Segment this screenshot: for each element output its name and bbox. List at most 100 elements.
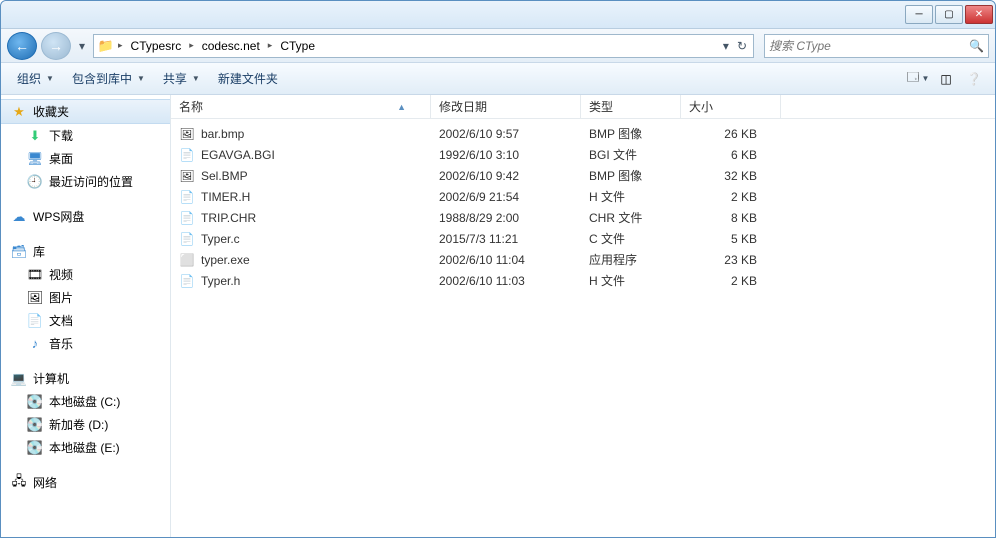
sidebar-item-videos[interactable]: 🎞视频 xyxy=(1,263,170,286)
sidebar-item-label: 图片 xyxy=(49,289,73,306)
column-header-size[interactable]: 大小 xyxy=(681,95,781,118)
table-row[interactable]: 📄TIMER.H2002/6/9 21:54H 文件2 KB xyxy=(171,186,995,207)
file-name: Typer.c xyxy=(201,232,240,246)
organize-label: 组织 xyxy=(17,70,41,87)
address-bar[interactable]: 📁 ▸ CTypesrc ▸ codesc.net ▸ CType ▾ ↻ xyxy=(93,34,754,58)
preview-pane-button[interactable]: ◫ xyxy=(933,68,959,90)
include-button[interactable]: 包含到库中▼ xyxy=(64,67,153,90)
share-button[interactable]: 共享▼ xyxy=(155,67,208,90)
file-type-cell: BMP 图像 xyxy=(581,167,681,184)
help-icon: ❔ xyxy=(967,72,982,86)
new-folder-button[interactable]: 新建文件夹 xyxy=(210,67,286,90)
file-name-cell: 📄TIMER.H xyxy=(171,189,431,205)
file-date-cell: 2002/6/10 11:03 xyxy=(431,274,581,288)
sidebar-group-favorites: ★收藏夹 ⬇下载 🖥桌面 🕘最近访问的位置 xyxy=(1,99,170,193)
table-row[interactable]: ⬜typer.exe2002/6/10 11:04应用程序23 KB xyxy=(171,249,995,270)
help-button[interactable]: ❔ xyxy=(961,68,987,90)
column-header-type[interactable]: 类型 xyxy=(581,95,681,118)
back-button[interactable]: ← xyxy=(7,32,37,60)
minimize-button[interactable]: ─ xyxy=(905,5,933,24)
table-row[interactable]: 🖼bar.bmp2002/6/10 9:57BMP 图像26 KB xyxy=(171,123,995,144)
search-input[interactable] xyxy=(769,39,969,53)
sidebar-group-computer: 💻计算机 💽本地磁盘 (C:) 💽新加卷 (D:) 💽本地磁盘 (E:) xyxy=(1,367,170,459)
exe-icon: ⬜ xyxy=(179,252,195,268)
file-type-cell: 应用程序 xyxy=(581,251,681,268)
file-type-cell: C 文件 xyxy=(581,230,681,247)
sidebar-item-label: 网络 xyxy=(33,474,57,491)
sidebar-item-drive-e[interactable]: 💽本地磁盘 (E:) xyxy=(1,436,170,459)
sidebar-item-label: 新加卷 (D:) xyxy=(49,416,108,433)
file-name-cell: ⬜typer.exe xyxy=(171,252,431,268)
breadcrumb-sep-icon: ▸ xyxy=(187,40,196,51)
nav-history-dropdown[interactable]: ▾ xyxy=(75,32,89,60)
share-label: 共享 xyxy=(163,70,187,87)
file-icon: 📄 xyxy=(179,147,195,163)
sidebar-item-downloads[interactable]: ⬇下载 xyxy=(1,124,170,147)
close-button[interactable]: ✕ xyxy=(965,5,993,24)
bmp-icon: 🖼 xyxy=(179,168,195,184)
column-header-name[interactable]: 名称▲ xyxy=(171,95,431,118)
file-name-cell: 📄 TRIP.CHR xyxy=(171,210,431,226)
refresh-icon: ↻ xyxy=(737,39,747,53)
table-row[interactable]: 🖼Sel.BMP2002/6/10 9:42BMP 图像32 KB xyxy=(171,165,995,186)
table-row[interactable]: 📄Typer.c2015/7/3 11:21C 文件5 KB xyxy=(171,228,995,249)
table-row[interactable]: 📄TRIP.CHR1988/8/29 2:00CHR 文件8 KB xyxy=(171,207,995,228)
video-icon: 🎞 xyxy=(27,267,43,283)
forward-button[interactable]: → xyxy=(41,32,71,60)
chevron-down-icon: ▼ xyxy=(137,74,145,83)
organize-button[interactable]: 组织▼ xyxy=(9,67,62,90)
file-type-cell: H 文件 xyxy=(581,188,681,205)
file-icon: 📄 xyxy=(179,210,195,226)
file-size-cell: 8 KB xyxy=(681,211,781,225)
file-name: TIMER.H xyxy=(201,190,250,204)
sidebar-item-drive-c[interactable]: 💽本地磁盘 (C:) xyxy=(1,390,170,413)
address-dropdown[interactable]: ▾ xyxy=(719,39,733,53)
sidebar-item-drive-d[interactable]: 💽新加卷 (D:) xyxy=(1,413,170,436)
sidebar-item-recent[interactable]: 🕘最近访问的位置 xyxy=(1,170,170,193)
bmp-icon: 🖼 xyxy=(179,126,195,142)
sidebar-item-desktop[interactable]: 🖥桌面 xyxy=(1,147,170,170)
sidebar-item-documents[interactable]: 📄文档 xyxy=(1,309,170,332)
breadcrumb-seg[interactable]: codesc.net xyxy=(196,35,266,57)
chevron-down-icon: ▼ xyxy=(922,74,930,83)
download-icon: ⬇ xyxy=(27,128,43,144)
file-name: TRIP.CHR xyxy=(201,211,256,225)
file-list: 🖼 bar.bmp 2002/6/10 9:57 BMP 图像 26 KB 📄EGAVGA… xyxy=(171,119,995,291)
sidebar-favorites-header[interactable]: ★收藏夹 xyxy=(1,99,170,124)
sidebar-computer-header[interactable]: 💻计算机 xyxy=(1,367,170,390)
table-row[interactable]: 📄EGAVGA.BGI1992/6/10 3:10BGI 文件6 KB xyxy=(171,144,995,165)
sidebar-item-wps[interactable]: ☁WPS网盘 xyxy=(1,205,170,228)
sidebar-group-network: 🖧网络 xyxy=(1,471,170,494)
maximize-button[interactable]: ▢ xyxy=(935,5,963,24)
arrow-right-icon: → xyxy=(49,38,63,54)
view-options-button[interactable]: 🗔▼ xyxy=(905,68,931,90)
new-folder-label: 新建文件夹 xyxy=(218,70,278,87)
sidebar-item-network[interactable]: 🖧网络 xyxy=(1,471,170,494)
drive-icon: 💽 xyxy=(27,440,43,456)
file-name-cell: 📄EGAVGA.BGI xyxy=(171,147,431,163)
sidebar-item-label: 音乐 xyxy=(49,335,73,352)
file-date-cell: 2002/6/10 9:57 xyxy=(431,127,581,141)
breadcrumb-sep-icon: ▸ xyxy=(116,40,125,51)
file-size-cell: 5 KB xyxy=(681,232,781,246)
sidebar-item-pictures[interactable]: 🖼图片 xyxy=(1,286,170,309)
file-size-cell: 26 KB xyxy=(681,127,781,141)
sidebar-libraries-header[interactable]: 🗃库 xyxy=(1,240,170,263)
file-icon: 📄 xyxy=(179,231,195,247)
table-row[interactable]: 📄Typer.h2002/6/10 11:03H 文件2 KB xyxy=(171,270,995,291)
sidebar-item-music[interactable]: ♪音乐 xyxy=(1,332,170,355)
file-size-cell: 2 KB xyxy=(681,190,781,204)
breadcrumb-seg[interactable]: CType xyxy=(274,35,321,57)
refresh-button[interactable]: ↻ xyxy=(733,39,751,53)
toolbar: 组织▼ 包含到库中▼ 共享▼ 新建文件夹 🗔▼ ◫ ❔ xyxy=(1,63,995,95)
minimize-icon: ─ xyxy=(915,9,922,20)
file-size-cell: 23 KB xyxy=(681,253,781,267)
file-type-cell: BGI 文件 xyxy=(581,146,681,163)
file-name: bar.bmp xyxy=(201,127,244,141)
file-icon: 📄 xyxy=(179,273,195,289)
column-header-date[interactable]: 修改日期 xyxy=(431,95,581,118)
search-box[interactable]: 🔍 xyxy=(764,34,989,58)
pane-icon: ◫ xyxy=(940,72,951,86)
breadcrumb-seg[interactable]: CTypesrc xyxy=(125,35,188,57)
libraries-icon: 🗃 xyxy=(11,244,27,260)
